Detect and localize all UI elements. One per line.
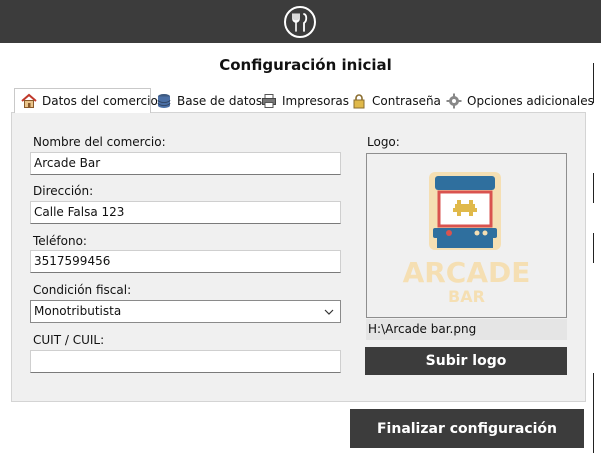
finish-setup-button[interactable]: Finalizar configuración xyxy=(350,409,584,448)
page-title: Configuración inicial xyxy=(219,56,392,74)
tab-label: Datos del comercio xyxy=(42,94,158,108)
top-bar xyxy=(0,0,601,43)
house-icon xyxy=(21,93,37,109)
tab-label: Base de datos xyxy=(177,94,263,108)
logo-image-subtext: BAR xyxy=(448,287,485,306)
condicion-select[interactable]: Monotributista xyxy=(30,300,341,323)
direccion-label: Dirección: xyxy=(33,184,94,198)
condicion-label: Condición fiscal: xyxy=(33,283,132,297)
tab-opciones-adicionales[interactable]: Opciones adicionales xyxy=(446,90,594,112)
tab-impresoras[interactable]: Impresoras xyxy=(261,90,349,112)
logo-image-text: ARCADE xyxy=(403,256,531,289)
upload-logo-button[interactable]: Subir logo xyxy=(365,347,567,375)
direccion-input[interactable]: Calle Falsa 123 xyxy=(30,201,341,224)
logo-preview: ARCADE BAR xyxy=(366,153,567,318)
database-icon xyxy=(156,93,172,109)
fork-knife-icon xyxy=(281,3,319,40)
cuit-input[interactable] xyxy=(30,350,341,373)
gear-icon xyxy=(446,93,462,109)
logo-path: H:\Arcade bar.png xyxy=(366,319,567,340)
nombre-label: Nombre del comercio: xyxy=(33,135,166,149)
printer-icon xyxy=(261,93,277,109)
chevron-down-icon xyxy=(324,306,334,316)
telefono-input[interactable]: 3517599456 xyxy=(30,250,341,273)
tab-label: Impresoras xyxy=(282,94,350,108)
nombre-input[interactable]: Arcade Bar xyxy=(30,152,341,175)
tab-label: Contraseña xyxy=(372,94,441,108)
condicion-value: Monotributista xyxy=(34,304,122,318)
cuit-label: CUIT / CUIL: xyxy=(33,333,105,347)
lock-icon xyxy=(351,93,367,109)
tab-label: Opciones adicionales xyxy=(467,94,594,108)
telefono-label: Teléfono: xyxy=(33,234,87,248)
arcade-bar-logo: ARCADE BAR xyxy=(403,172,531,306)
tab-contrasena[interactable]: Contraseña xyxy=(351,90,441,112)
tab-base-datos[interactable]: Base de datos xyxy=(156,90,262,112)
logo-label: Logo: xyxy=(367,135,400,149)
tab-datos-comercio[interactable]: Datos del comercio xyxy=(14,88,158,113)
